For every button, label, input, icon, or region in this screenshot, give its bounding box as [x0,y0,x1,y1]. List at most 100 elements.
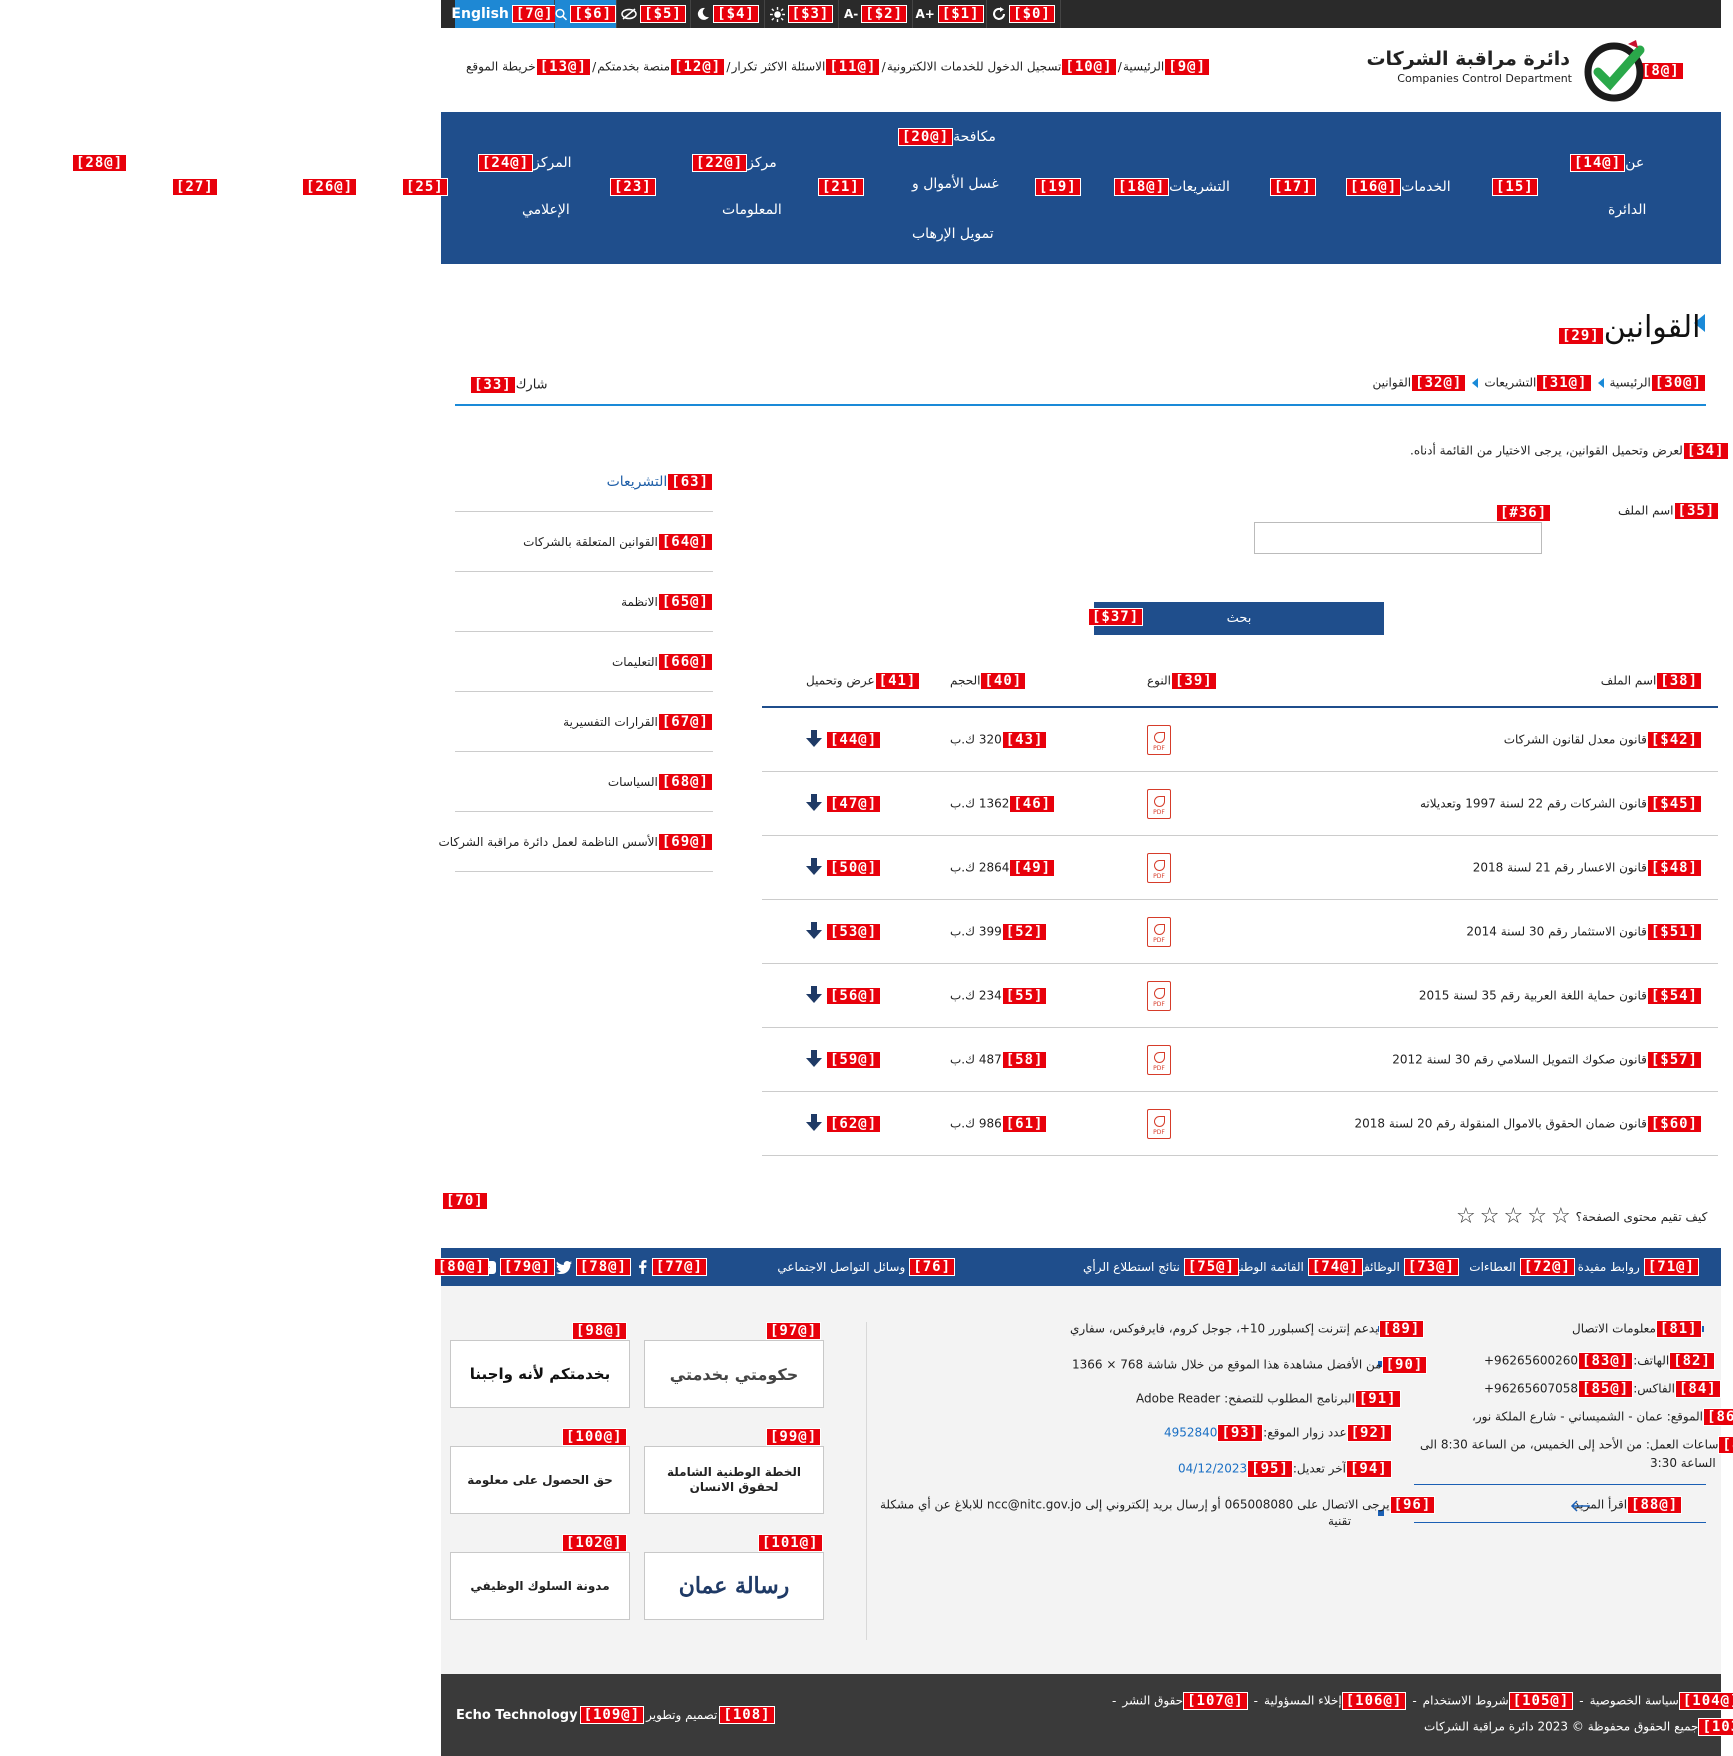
partner-logo-amman-message[interactable]: رسالة عمان [644,1552,824,1620]
download-button[interactable]: [47@] [806,794,882,813]
footer-link-national-list[interactable]: [74@] القائمة الوطنية [1230,1258,1363,1276]
sidebar-item-policies[interactable]: [68@] السياسات [455,752,713,812]
reset-button[interactable]: [$0] [987,0,1061,28]
breadcrumb-home[interactable]: [30@]الرئيسية [1610,374,1706,392]
marker: [64@] [657,532,713,551]
star-icon[interactable]: ☆ [1456,1206,1476,1228]
marker: [105@] [1508,1692,1574,1710]
partner-logo-bekhedmetkom[interactable]: بخدمتكم لأنه واجبنا [450,1340,630,1408]
share-button[interactable]: شارك[33] [470,376,548,394]
file-name[interactable]: [$45]قانون الشركات رقم 22 لسنة 1997 وتعد… [1420,794,1702,813]
footer-link-polls[interactable]: [75@] نتائج استطلاع الرأي [1083,1258,1239,1276]
download-button[interactable]: [59@] [806,1050,882,1069]
download-icon [806,794,822,811]
nav-item-about[interactable]: عن[14@] [1570,152,1644,172]
phone-value[interactable]: +96265600260 [1484,1354,1578,1368]
footer-link-tenders[interactable]: [72@] العطاءات [1469,1258,1575,1276]
ccd-logo[interactable] [1578,38,1658,102]
nav-item-legislation[interactable]: التشريعات[18@] [1114,176,1230,196]
file-name[interactable]: [$57]قانون صكوك التمويل السلامي رقم 30 ل… [1392,1050,1702,1069]
site-info-text: عدد زوار الموقع: [1263,1425,1347,1440]
font-increase-button[interactable]: A+ [$1] [913,0,987,28]
bottom-link-copyright[interactable]: [107@]حقوق النشر [1122,1692,1248,1710]
bottom-link-terms[interactable]: [105@]شروط الاستخدام [1423,1692,1574,1710]
light-mode-button[interactable]: [$3] [765,0,839,28]
sidebar-item-regulations[interactable]: [65@] الانظمة [455,572,713,632]
header-link-home[interactable]: [9@]الرئيسية [1123,58,1210,76]
nav-overflow-marker[interactable]: [28@] [72,154,128,172]
sidebar-title[interactable]: [63] التشريعات [455,452,713,512]
hide-images-button[interactable]: [$5] [617,0,691,28]
social-twitter[interactable]: [78@] [555,1258,631,1276]
star-icon[interactable]: ☆ [1527,1206,1547,1228]
file-name[interactable]: [$42]قانون معدل لقانون الشركات [1504,730,1702,749]
sidebar-item-company-laws[interactable]: [64@] القوانين المتعلقة بالشركات [455,512,713,572]
star-icon[interactable]: ☆ [1551,1206,1571,1228]
file-name-text: قانون الاستثمار رقم 30 لسنة 2014 [1466,924,1647,938]
header-link-bekhedmetkom[interactable]: [12@]منصة بخدمتكم [597,58,726,76]
header-link-faq[interactable]: [11@]الاسئلة الاكثر تكرار [732,58,881,76]
download-button[interactable]: [53@] [806,922,882,941]
file-name[interactable]: [$60]قانون ضمان الحقوق بالاموال المنقولة… [1354,1114,1702,1133]
footer-link-jobs[interactable]: [73@] الوظائف [1358,1258,1459,1276]
breadcrumb-legislation[interactable]: [31@]التشريعات [1484,374,1592,392]
download-button[interactable]: [62@] [806,1114,882,1133]
marker: [55] [1001,986,1048,1005]
filename-input[interactable] [1254,522,1542,554]
sidebar-item-instructions[interactable]: [66@] التعليمات [455,632,713,692]
font-decrease-button[interactable]: A- [$2] [839,0,913,28]
download-button[interactable]: [56@] [806,986,882,1005]
social-youtube[interactable]: [79@] [477,1258,555,1276]
footer-link-useful[interactable]: [71@] روابط مفيدة [1578,1258,1699,1276]
download-icon [806,858,822,875]
marker: [38] [1656,672,1702,690]
file-name[interactable]: [$54]قانون حماية اللغة العربية رقم 35 لس… [1419,986,1702,1005]
star-icon[interactable]: ☆ [1480,1206,1500,1228]
nav-item-aml[interactable]: مكافحة[20@] [898,126,996,146]
nav-overflow-marker[interactable]: [26@] [302,178,358,196]
file-name[interactable]: [$51]قانون الاستثمار رقم 30 لسنة 2014 [1466,922,1702,941]
social-facebook[interactable]: [77@] [638,1258,707,1276]
nav-label: الإعلامي [522,202,570,218]
marker: [39] [1170,672,1217,690]
moon-icon [698,7,710,20]
partner-logo-access-to-info[interactable]: حق الحصول على معلومة [450,1446,630,1514]
filename-label: [35]اسم الملف [1618,502,1720,520]
file-type: PDF [1147,1044,1171,1075]
echo-link[interactable]: Echo Technology [456,1708,578,1723]
marker: [96] [1389,1496,1436,1514]
partner-logo-code-of-conduct[interactable]: مدونة السلوك الوظيفي [450,1552,630,1620]
accessibility-bar: English [7@] [$6] [$5] [$4] [$3] A- [$2]… [441,0,1721,28]
contact-location: [86]الموقع: عمان - الشميساني - شارع المل… [1472,1408,1733,1426]
read-more-link[interactable]: [88@]اقرأ المزيد [1574,1496,1683,1514]
header-link-sitemap[interactable]: [13@]خريطة الموقع [466,58,591,76]
file-size-text: 986 ك.ب [950,1116,1002,1130]
link-label: العطاءات [1469,1260,1516,1274]
sidebar-item-governing-bases[interactable]: [69@] الأسس الناظمة لعمل دائرة مراقبة الش… [438,812,713,872]
sidebar-item-interpretive-decisions[interactable]: [67@] القرارات التفسيرية [455,692,713,752]
download-button[interactable]: [50@] [806,858,882,877]
star-icon[interactable]: ☆ [1503,1206,1523,1228]
header-link-eservices-login[interactable]: [10@]تسجيل الدخول للخدمات الالكترونية [887,58,1117,76]
nav-label: المركز [533,155,572,171]
fax-value[interactable]: +96265607058 [1484,1382,1578,1396]
dark-mode-button[interactable]: [$4] [691,0,765,28]
file-size: [49]2864 ك.ب [950,858,1056,877]
english-language-button[interactable]: English [7@] [451,0,558,28]
site-info-text: البرنامج المطلوب للتصفح: Adobe Reader [1136,1391,1355,1406]
nav-item-services[interactable]: الخدمات[16@] [1346,176,1451,196]
nav-item-media-center[interactable]: المركز[24@] [478,152,572,172]
file-size: [46]1362 ك.ب [950,794,1056,813]
nav-item-info-center[interactable]: مركز[22@] [692,152,777,172]
bottom-link-privacy[interactable]: [104@]سياسة الخصوصية [1590,1692,1733,1710]
breadcrumb-laws[interactable]: [32@]القوانين [1372,374,1467,392]
font-increase-icon: A+ [915,7,935,21]
social-rss[interactable]: [80@] [415,1258,489,1276]
search-button[interactable]: [$6] [555,0,617,28]
partner-logo-human-rights[interactable]: الخطة الوطنية الشاملة لحقوق الانسان [644,1446,824,1514]
download-button[interactable]: [44@] [806,730,882,749]
file-name[interactable]: [$48]قانون الاعسار رقم 21 لسنة 2018 [1473,858,1702,877]
file-size-text: 2864 ك.ب [950,860,1010,874]
partner-logo-hukumati[interactable]: حكومتي بخدمتي [644,1340,824,1408]
bottom-link-disclaimer[interactable]: [106@]إخلاء المسؤولية [1264,1692,1407,1710]
